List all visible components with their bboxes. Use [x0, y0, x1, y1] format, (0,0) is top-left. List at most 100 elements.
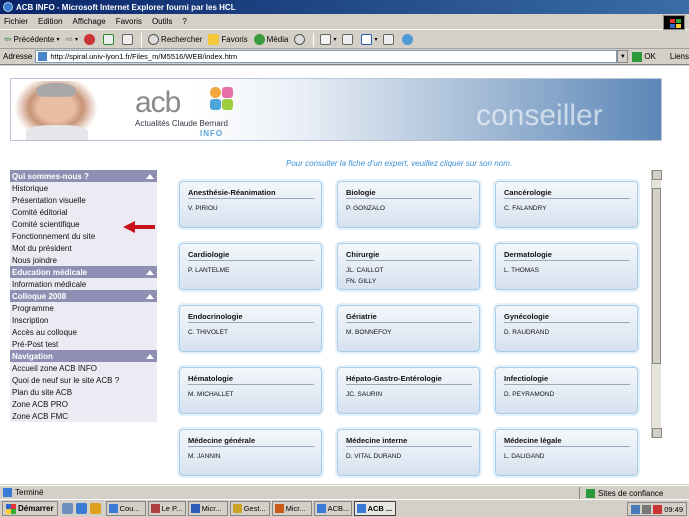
- task-buttons: Cou... Le P... Micr... Gest... Micr... ACB...…: [104, 501, 396, 516]
- scroll-down-button[interactable]: [652, 428, 662, 438]
- sidebar-link[interactable]: Accueil zone ACB INFO: [10, 362, 157, 374]
- menu-item[interactable]: ?: [182, 17, 186, 26]
- sidebar-link[interactable]: Pré-Post test: [10, 338, 157, 350]
- media-button[interactable]: Média: [253, 34, 288, 45]
- sidebar-link[interactable]: Inscription: [10, 314, 157, 326]
- expert-name-link[interactable]: M. BONNEFOY: [346, 329, 392, 336]
- refresh-button[interactable]: [103, 34, 116, 45]
- expert-name-link[interactable]: C. THIVOLET: [188, 329, 228, 336]
- refresh-icon: [103, 34, 115, 45]
- print-button[interactable]: [342, 34, 355, 45]
- sidebar-link[interactable]: Comité éditorial: [10, 206, 157, 218]
- favorites-button[interactable]: Favoris: [208, 34, 248, 45]
- sidebar-section-header[interactable]: Navigation: [10, 350, 157, 362]
- start-button[interactable]: Démarrer: [2, 501, 58, 516]
- sidebar-link[interactable]: Zone ACB FMC: [10, 410, 157, 422]
- back-button[interactable]: ⇦ Précédente ▾: [4, 34, 59, 45]
- scroll-thumb[interactable]: [652, 188, 661, 364]
- expert-name-link[interactable]: V. PIRIOU: [188, 205, 218, 212]
- taskbar-button[interactable]: ACB...: [313, 501, 352, 516]
- menu-item[interactable]: Affichage: [72, 17, 105, 26]
- sidebar-link[interactable]: Plan du site ACB: [10, 386, 157, 398]
- expert-name-link[interactable]: L. THOMAS: [504, 267, 539, 274]
- sidebar-link[interactable]: Mot du président: [10, 242, 157, 254]
- stop-icon: [84, 34, 96, 45]
- instruction-text: Pour consulter la fiche d'un expert, veu…: [286, 159, 513, 168]
- taskbar-button[interactable]: Cou...: [105, 501, 146, 516]
- taskbar-button[interactable]: ACB ...: [353, 501, 396, 516]
- sidebar-link[interactable]: Nous joindre: [10, 254, 157, 266]
- antivirus-icon[interactable]: [653, 504, 663, 514]
- sidebar-section-header[interactable]: Qui sommes-nous ?: [10, 170, 157, 182]
- forward-button[interactable]: ⇨ ▾: [65, 34, 78, 45]
- collapse-triangle-icon[interactable]: [146, 173, 154, 179]
- expert-name-link[interactable]: P. LANTELME: [188, 267, 229, 274]
- specialty-card: Endocrinologie C. THIVOLET: [179, 305, 322, 352]
- sidebar-link[interactable]: Accès au colloque: [10, 326, 157, 338]
- messenger-button[interactable]: [402, 34, 415, 45]
- expert-name-link[interactable]: P. GONZALO: [346, 205, 385, 212]
- sidebar-link[interactable]: Quoi de neuf sur le site ACB ?: [10, 374, 157, 386]
- expert-name-link[interactable]: FN. GILLY: [346, 278, 376, 285]
- dropdown-arrow-icon: ▾: [333, 37, 337, 43]
- sidebar-link[interactable]: Programme: [10, 302, 157, 314]
- volume-icon[interactable]: [642, 504, 652, 514]
- show-desktop-icon[interactable]: [61, 503, 73, 514]
- specialty-title: Biologie: [346, 188, 376, 197]
- sidebar-section-header[interactable]: Colloque 2008: [10, 290, 157, 302]
- specialty-card: Biologie P. GONZALO: [337, 181, 480, 228]
- address-input[interactable]: http://spiral.univ-lyon1.fr/Files_m/M551…: [35, 50, 618, 63]
- card-divider: [504, 198, 630, 199]
- expert-name-link[interactable]: M. JANNIN: [188, 453, 221, 460]
- windows-taskbar: Démarrer Cou... Le P... Micr... Gest... Micr…: [0, 499, 689, 517]
- sidebar-link[interactable]: Historique: [10, 182, 157, 194]
- menu-item[interactable]: Outils: [152, 17, 172, 26]
- taskbar-button[interactable]: Gest...: [229, 501, 270, 516]
- collapse-triangle-icon[interactable]: [146, 353, 154, 359]
- collapse-triangle-icon[interactable]: [146, 293, 154, 299]
- application-icon: [316, 504, 326, 513]
- sidebar-section-header[interactable]: Education médicale: [10, 266, 157, 278]
- edit-button[interactable]: ▾: [361, 34, 377, 45]
- home-button[interactable]: [122, 34, 135, 45]
- network-icon[interactable]: [631, 504, 641, 514]
- mail-button[interactable]: ▾: [320, 34, 336, 45]
- expert-name-link[interactable]: D. PEYRAMOND: [504, 391, 554, 398]
- taskbar-button[interactable]: Le P...: [147, 501, 186, 516]
- expert-name-link[interactable]: D. VITAL DURAND: [346, 453, 401, 460]
- expert-name-link[interactable]: C. FALANDRY: [504, 205, 547, 212]
- card-divider: [346, 384, 472, 385]
- sidebar-section-items: Accueil zone ACB INFO Quoi de neuf sur le…: [10, 362, 157, 422]
- menu-item[interactable]: Fichier: [4, 17, 28, 26]
- expert-name-link[interactable]: JC. SAURIN: [346, 391, 382, 398]
- sidebar-link[interactable]: Zone ACB PRO: [10, 398, 157, 410]
- internet-explorer-icon[interactable]: [75, 503, 87, 514]
- taskbar-button-label: Le P...: [161, 504, 183, 513]
- menu-item[interactable]: Favoris: [116, 17, 142, 26]
- expert-name-link[interactable]: JL. CAILLOT: [346, 267, 384, 274]
- specialty-title: Cancérologie: [504, 188, 552, 197]
- go-button[interactable]: OK: [632, 51, 656, 62]
- history-button[interactable]: [294, 34, 307, 45]
- search-button[interactable]: Rechercher: [148, 34, 202, 45]
- expert-name-link[interactable]: M. MICHALLET: [188, 391, 234, 398]
- menu-item[interactable]: Edition: [38, 17, 62, 26]
- expert-name-link[interactable]: L. DALIGAND: [504, 453, 544, 460]
- collapse-triangle-icon[interactable]: [146, 269, 154, 275]
- links-button[interactable]: Liens: [670, 52, 689, 61]
- page-vertical-scrollbar[interactable]: [651, 170, 662, 438]
- expert-name-link[interactable]: D. RAUDRAND: [504, 329, 549, 336]
- scroll-up-button[interactable]: [652, 170, 662, 180]
- card-divider: [188, 260, 314, 261]
- dropdown-arrow-icon: ▾: [75, 37, 79, 43]
- address-dropdown-button[interactable]: ▼: [617, 50, 629, 63]
- outlook-icon[interactable]: [89, 503, 101, 514]
- taskbar-button[interactable]: Micr...: [187, 501, 228, 516]
- sidebar-link[interactable]: Information médicale: [10, 278, 157, 290]
- stop-button[interactable]: [84, 34, 97, 45]
- specialty-card: Dermatologie L. THOMAS: [495, 243, 638, 290]
- taskbar-button[interactable]: Micr...: [271, 501, 312, 516]
- sidebar-link[interactable]: Présentation visuelle: [10, 194, 157, 206]
- discuss-button[interactable]: [383, 34, 396, 45]
- acb-logo-mark: [210, 87, 234, 111]
